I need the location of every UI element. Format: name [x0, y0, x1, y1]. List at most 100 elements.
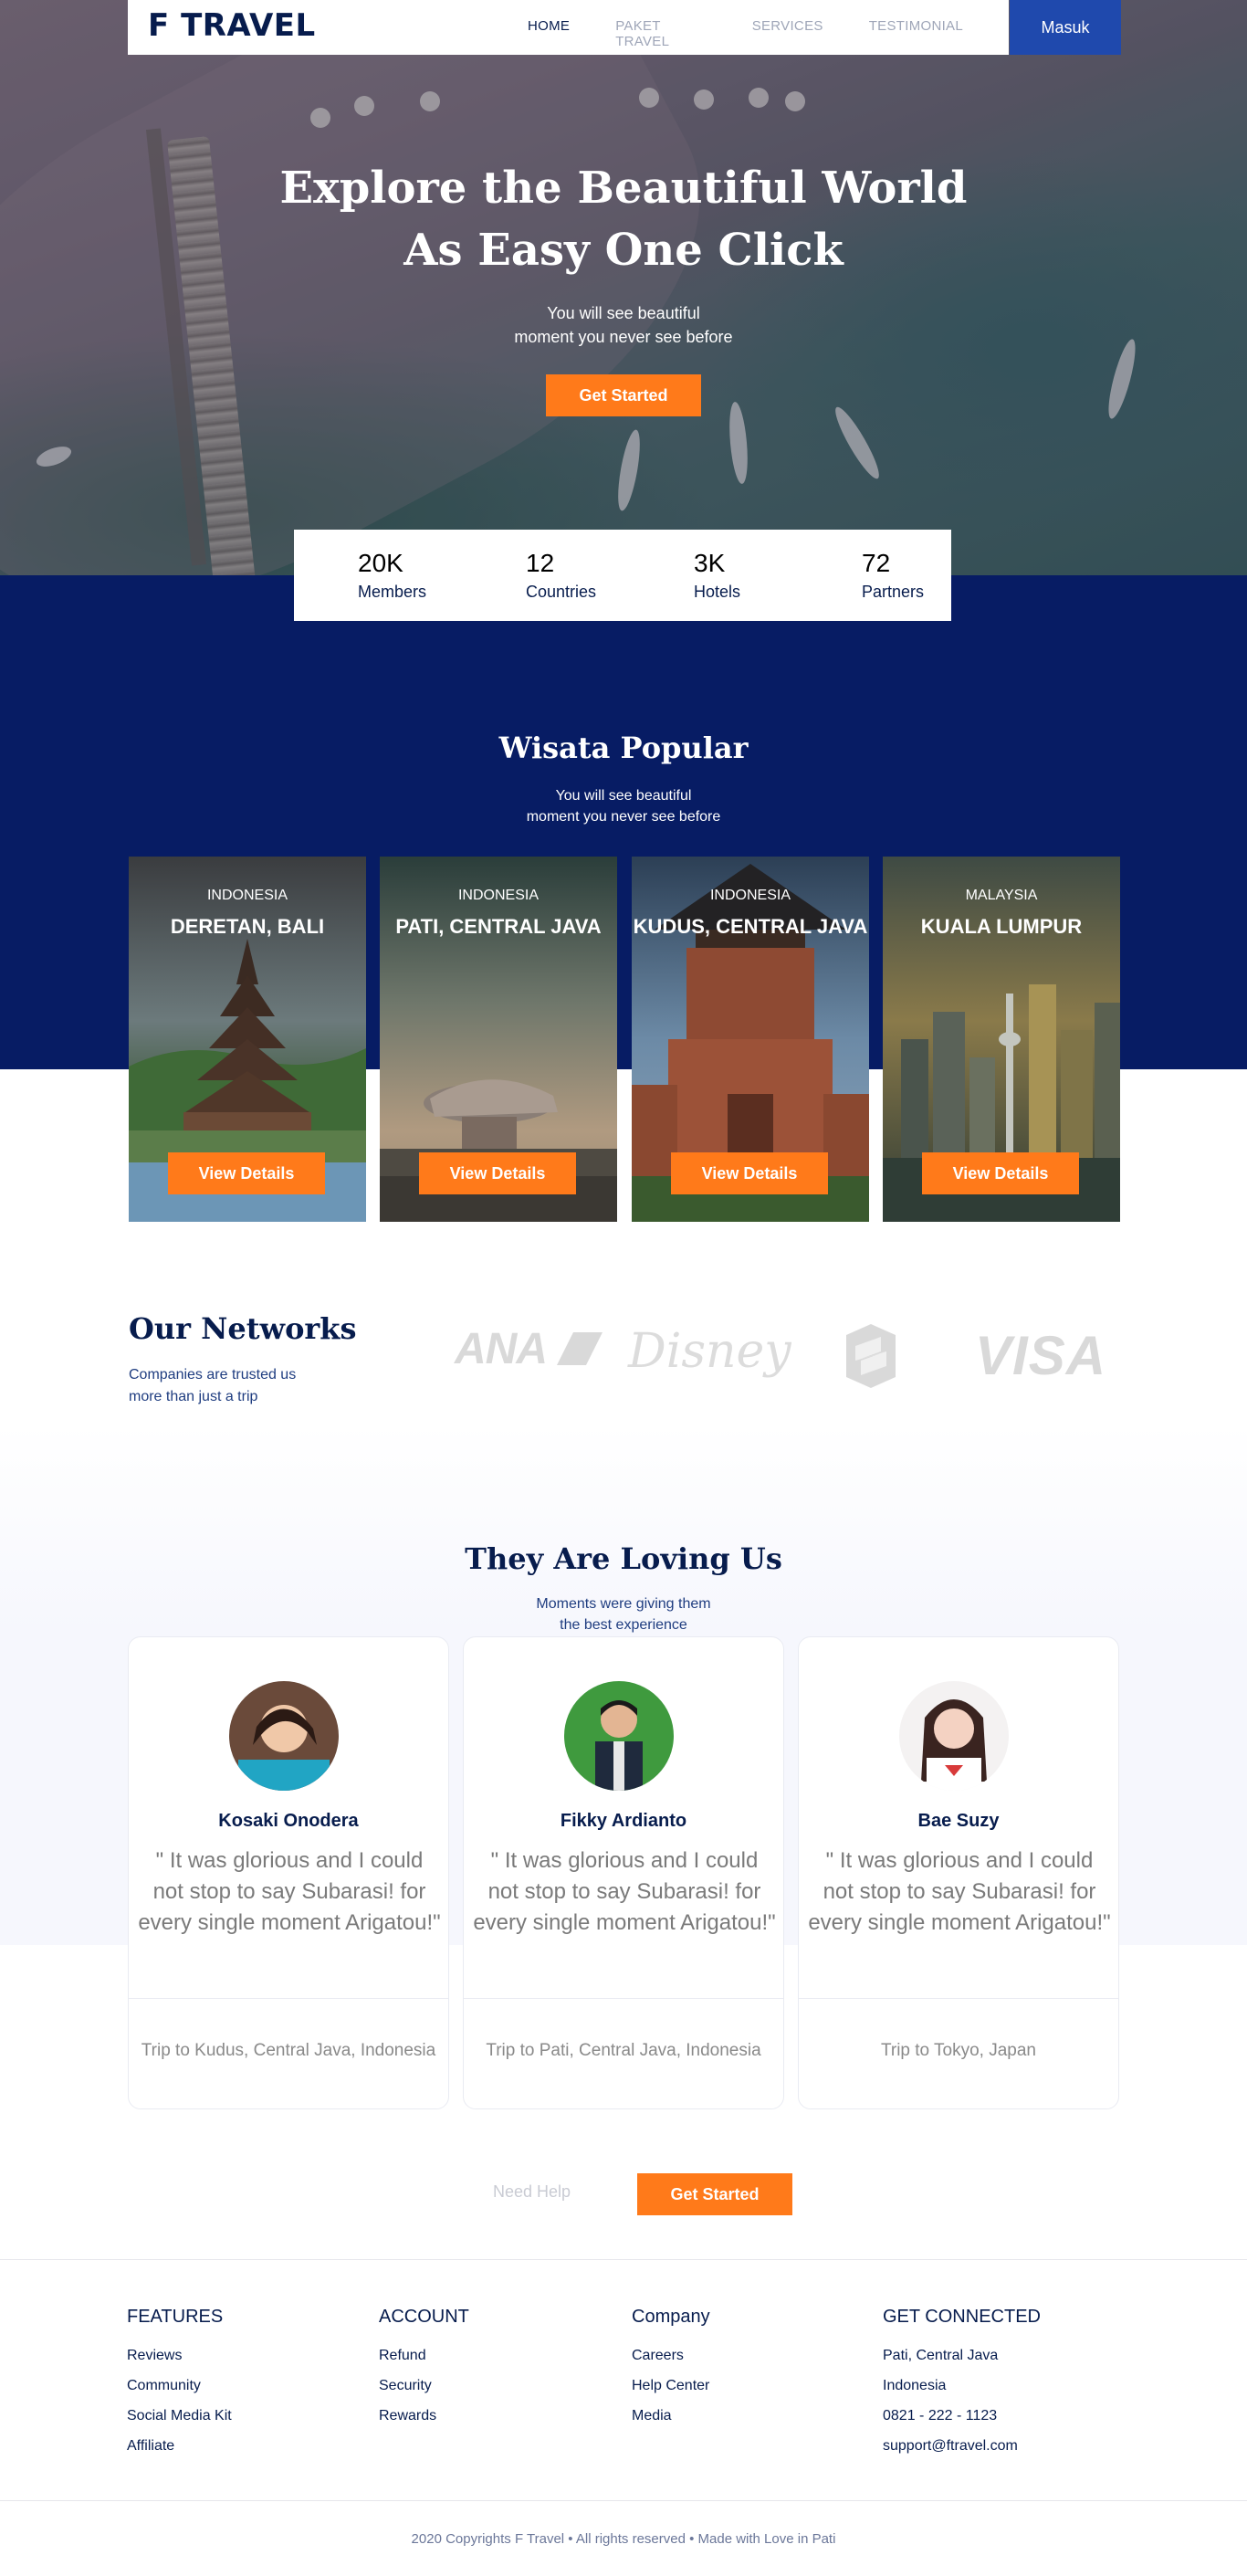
avatar-image — [564, 1681, 674, 1791]
testimonial-trip: Trip to Kudus, Central Java, Indonesia — [141, 2041, 436, 2060]
footer-column-title: Company — [632, 2307, 710, 2327]
testimonial-quote: " It was glorious and I could not stop t… — [808, 1848, 1111, 1935]
testimonial-name: Bae Suzy — [917, 1811, 1000, 1831]
bottom-get-started-button[interactable]: Get Started — [637, 2173, 792, 2215]
testimonials-subtitle: Moments were giving them the best experi… — [0, 1593, 1247, 1635]
footer-address-city: Pati, Central Java — [883, 2348, 999, 2363]
stat-label: Hotels — [694, 583, 741, 601]
popular-subtitle: You will see beautiful moment you never … — [0, 785, 1247, 827]
footer-link-media[interactable]: Media — [632, 2401, 710, 2431]
footer-link-reviews[interactable]: Reviews — [127, 2340, 232, 2371]
brand-logo[interactable]: F TRAVEL — [148, 7, 316, 44]
popular-sub-line2: moment you never see before — [526, 809, 721, 825]
avatar — [899, 1681, 1009, 1791]
login-button[interactable]: Masuk — [1010, 0, 1121, 55]
footer-column-title: ACCOUNT — [379, 2307, 469, 2327]
hero-subtitle: You will see beautiful moment you never … — [0, 301, 1247, 349]
stat-value: 72 — [862, 549, 891, 577]
card-city: KUDUS, CENTRAL JAVA — [633, 915, 868, 938]
card-country: MALAYSIA — [965, 888, 1038, 903]
hero-get-started-button[interactable]: Get Started — [546, 374, 701, 416]
footer-link-social-media-kit[interactable]: Social Media Kit — [127, 2401, 232, 2431]
networks-sub-line1: Companies are trusted us — [129, 1367, 297, 1383]
stat-members: 20K Members — [358, 548, 426, 602]
stat-value: 20K — [358, 549, 403, 577]
footer-column-features: FEATURES Reviews Community Social Media … — [127, 2307, 232, 2461]
card-city: KUALA LUMPUR — [920, 915, 1083, 938]
card-city: PATI, CENTRAL JAVA — [395, 915, 602, 938]
stat-label: Countries — [526, 583, 597, 601]
footer-address-country: Indonesia — [883, 2378, 947, 2393]
view-details-button[interactable]: View Details — [671, 1152, 828, 1194]
networks-title: Our Networks — [129, 1311, 357, 1346]
footer-column-account: ACCOUNT Refund Security Rewards — [379, 2307, 469, 2431]
destination-card-bali: INDONESIA DERETAN, BALI View Details — [129, 857, 366, 1222]
footer-column-company: Company Careers Help Center Media — [632, 2307, 710, 2431]
nav-links: HOME PAKET TRAVEL SERVICES TESTIMONIAL — [528, 18, 1009, 49]
stat-value: 3K — [694, 549, 726, 577]
hero-sub-line2: moment you never see before — [514, 328, 733, 346]
card-country: INDONESIA — [206, 888, 288, 903]
testimonial-quote: " It was glorious and I could not stop t… — [473, 1848, 776, 1935]
footer-link-refund[interactable]: Refund — [379, 2340, 469, 2371]
footer-column-title: GET CONNECTED — [883, 2307, 1041, 2327]
hero-title: Explore the Beautiful World As Easy One … — [0, 157, 1247, 281]
destination-card-pati: INDONESIA PATI, CENTRAL JAVA View Detail… — [380, 857, 617, 1222]
footer-link-rewards[interactable]: Rewards — [379, 2401, 469, 2431]
testimonials-sub-line1: Moments were giving them — [536, 1596, 711, 1612]
divider — [129, 1998, 448, 1999]
testimonial-trip: Trip to Tokyo, Japan — [880, 2041, 1037, 2060]
avatar — [229, 1681, 339, 1791]
footer-link-security[interactable]: Security — [379, 2371, 469, 2401]
footer-top-divider — [0, 2259, 1247, 2260]
ana-logo-text: ANA — [455, 1325, 546, 1373]
testimonial-card: Fikky Ardianto " It was glorious and I c… — [463, 1636, 784, 2109]
avatar-image — [229, 1681, 339, 1791]
footer-phone: 0821 - 222 - 1123 — [883, 2408, 998, 2424]
view-details-button[interactable]: View Details — [419, 1152, 576, 1194]
hero-sub-line1: You will see beautiful — [547, 304, 700, 322]
shield-logo — [846, 1324, 896, 1388]
card-country: INDONESIA — [709, 888, 791, 903]
footer-link-help-center[interactable]: Help Center — [632, 2371, 710, 2401]
footer-column-get-connected: GET CONNECTED Pati, Central Java Indones… — [883, 2307, 1041, 2461]
destination-card-kudus: INDONESIA KUDUS, CENTRAL JAVA View Detai… — [632, 857, 869, 1222]
card-country: INDONESIA — [457, 888, 539, 903]
testimonial-quote: " It was glorious and I could not stop t… — [138, 1848, 441, 1935]
popular-title: Wisata Popular — [498, 731, 749, 765]
navbar: F TRAVEL HOME PAKET TRAVEL SERVICES TEST… — [128, 0, 1009, 55]
copyright-text: 2020 Copyrights F Travel • All rights re… — [411, 2531, 836, 2547]
testimonial-trip: Trip to Pati, Central Java, Indonesia — [486, 2041, 761, 2060]
stats-bar: 20K Members 12 Countries 3K Hotels 72 Pa… — [294, 530, 951, 621]
disney-logo: Disney — [628, 1324, 791, 1379]
avatar — [564, 1681, 674, 1791]
nav-link-testimonial[interactable]: TESTIMONIAL — [869, 18, 963, 49]
testimonial-card: Kosaki Onodera " It was glorious and I c… — [128, 1636, 449, 2109]
hero-overlay — [0, 0, 1247, 575]
footer-link-careers[interactable]: Careers — [632, 2340, 710, 2371]
destination-card-kuala-lumpur: MALAYSIA KUALA LUMPUR View Details — [883, 857, 1120, 1222]
stat-hotels: 3K Hotels — [694, 548, 740, 602]
stat-value: 12 — [526, 549, 555, 577]
nav-link-services[interactable]: SERVICES — [752, 18, 823, 49]
footer-email-link[interactable]: support@ftravel.com — [883, 2431, 1041, 2461]
nav-link-paket-travel[interactable]: PAKET TRAVEL — [615, 18, 706, 49]
stat-partners: 72 Partners — [862, 548, 924, 602]
nav-link-home[interactable]: HOME — [528, 18, 570, 49]
view-details-button[interactable]: View Details — [168, 1152, 325, 1194]
need-help-link[interactable]: Need Help — [493, 2182, 571, 2202]
testimonial-name: Fikky Ardianto — [560, 1811, 687, 1831]
hero-section: F TRAVEL HOME PAKET TRAVEL SERVICES TEST… — [0, 0, 1247, 575]
view-details-button[interactable]: View Details — [922, 1152, 1079, 1194]
visa-logo: VISA — [975, 1325, 1107, 1386]
footer-link-affiliate[interactable]: Affiliate — [127, 2431, 232, 2461]
ana-logo-mark — [556, 1332, 603, 1365]
testimonials-title: They Are Loving Us — [465, 1541, 782, 1576]
testimonials-sub-line2: the best experience — [560, 1617, 687, 1633]
footer-column-title: FEATURES — [127, 2307, 224, 2327]
footer-link-community[interactable]: Community — [127, 2371, 232, 2401]
networks-subtitle: Companies are trusted us more than just … — [129, 1364, 296, 1408]
stat-label: Partners — [862, 583, 925, 601]
hero-title-line2: As Easy One Click — [403, 225, 844, 276]
card-city: DERETAN, BALI — [170, 915, 325, 938]
